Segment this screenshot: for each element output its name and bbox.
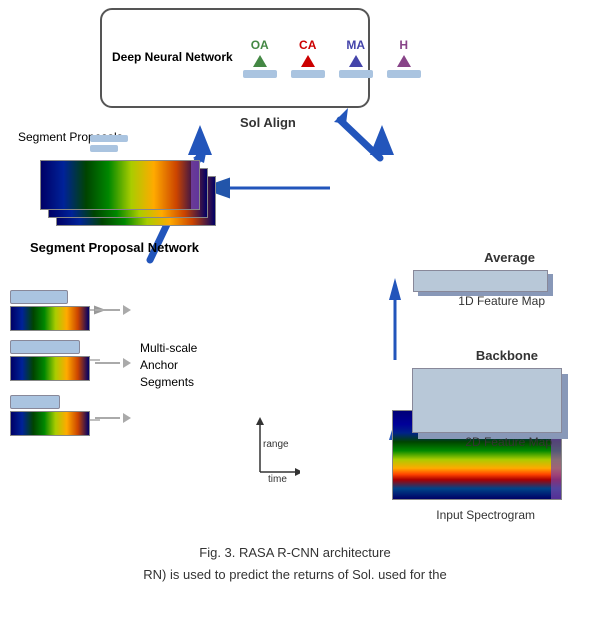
output-h: H	[387, 38, 421, 78]
multi-scale-label: Multi-scaleAnchorSegments	[140, 340, 197, 390]
backbone-label: Backbone	[476, 348, 538, 363]
spn-label: Segment Proposal Network	[30, 240, 199, 257]
anchor-group-1	[10, 290, 90, 331]
feature-map-1d-label: 1D Feature Map	[458, 294, 545, 308]
nn-title: Deep Neural Network	[112, 50, 233, 66]
spec-gradient-front	[41, 161, 199, 209]
purple-bar	[191, 161, 199, 209]
bar-h	[387, 70, 421, 78]
anchor-group-3	[10, 395, 90, 436]
feature-map-2d	[412, 368, 562, 433]
nn-outputs: OA CA MA H	[243, 38, 421, 78]
segment-proposal-bars	[90, 135, 128, 152]
output-ma: MA	[339, 38, 373, 78]
bar-ma	[339, 70, 373, 78]
arrow-up-2d-to-1d	[389, 278, 401, 300]
sp-bar-2	[90, 145, 118, 152]
output-oa: OA	[243, 38, 277, 78]
label-ca: CA	[299, 38, 316, 52]
diagram-container: Deep Neural Network OA CA MA H	[0, 0, 590, 590]
anchor-bar-2a	[10, 340, 80, 354]
svg-text:time: time	[268, 474, 287, 482]
input-spectrogram-label: Input Spectrogram	[436, 508, 535, 522]
label-oa: OA	[251, 38, 269, 52]
anchor-spec-2	[10, 356, 90, 381]
anchor-spec-3	[10, 411, 90, 436]
arrow-group-3	[95, 413, 131, 423]
arrow-group-1	[95, 305, 131, 315]
svg-text:range: range	[263, 439, 289, 450]
anchor-bar-1a	[10, 290, 68, 304]
feature-map-1d	[413, 270, 548, 292]
axis-svg: range time	[250, 417, 300, 482]
arrow-group-2	[95, 358, 131, 368]
bar-ca	[291, 70, 325, 78]
bottom-text: RN) is used to predict the returns of So…	[0, 567, 590, 582]
average-label: Average	[484, 250, 535, 265]
anchor-bar-3a	[10, 395, 60, 409]
spec-card-front	[40, 160, 200, 210]
caption: Fig. 3. RASA R-CNN architecture	[0, 545, 590, 560]
axis-area: range time	[250, 417, 300, 485]
label-ma: MA	[346, 38, 365, 52]
label-h: H	[399, 38, 408, 52]
output-ca: CA	[291, 38, 325, 78]
arrow-oa	[253, 55, 267, 67]
arrow-ma	[349, 55, 363, 67]
anchor-spec-1	[10, 306, 90, 331]
sp-bar-1	[90, 135, 128, 142]
arrow-up-left-segment	[188, 125, 212, 155]
arrow-ca	[301, 55, 315, 67]
arrow-h	[397, 55, 411, 67]
big-arrow-diagonal-right	[334, 108, 348, 124]
bar-oa	[243, 70, 277, 78]
sol-align-label: Sol Align	[240, 115, 296, 130]
neural-network-box: Deep Neural Network OA CA MA H	[100, 8, 370, 108]
feature-map-2d-label: 2D Feature Map	[465, 435, 552, 449]
anchor-group-2	[10, 340, 90, 381]
arrow-up-right-feature	[370, 125, 394, 155]
